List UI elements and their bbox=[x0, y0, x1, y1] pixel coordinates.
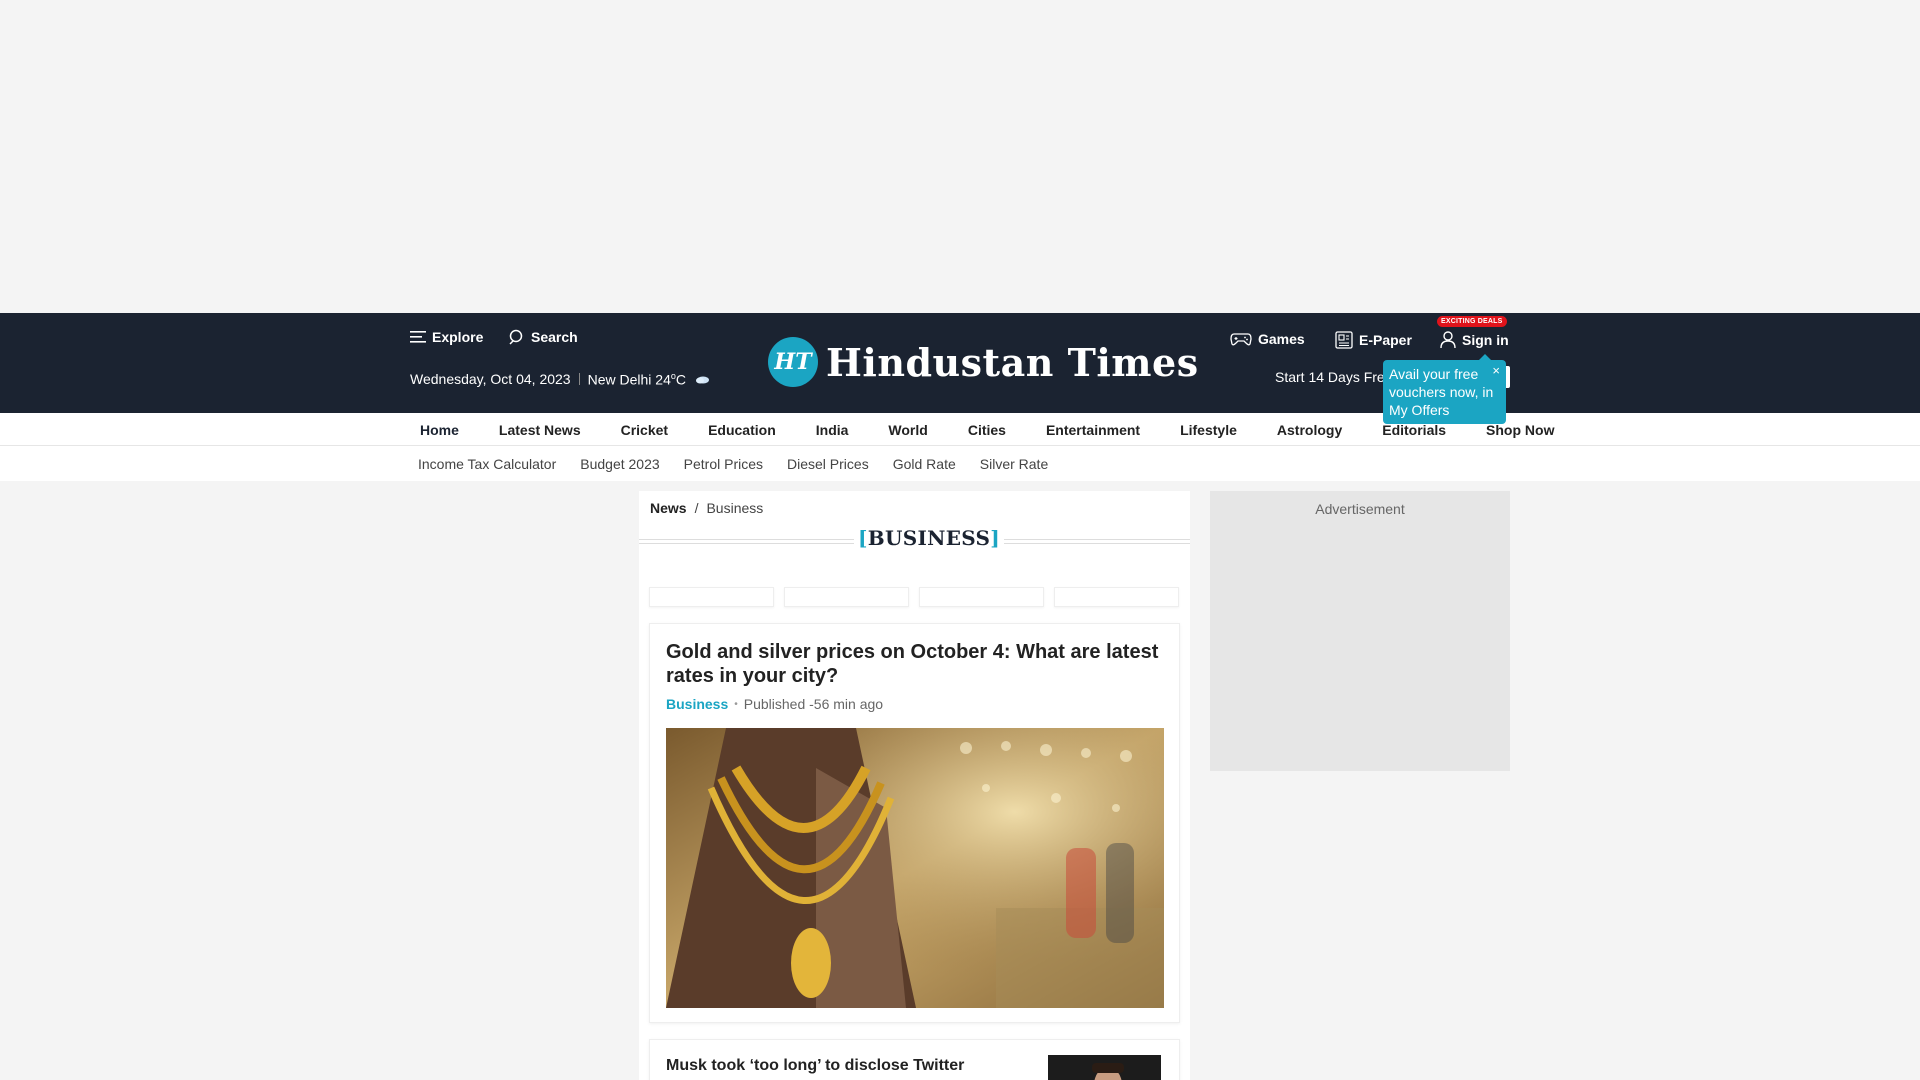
search-button[interactable]: Search bbox=[509, 329, 578, 345]
nav-item[interactable]: Latest News bbox=[499, 422, 581, 438]
breadcrumb: News / Business bbox=[650, 500, 763, 516]
top-ad-space bbox=[0, 0, 1920, 313]
newspaper-icon bbox=[1335, 331, 1353, 349]
epaper-label: E-Paper bbox=[1359, 332, 1412, 348]
site-logo[interactable]: HT Hindustan Times bbox=[768, 337, 1199, 387]
ht-logo-icon: HT bbox=[768, 337, 818, 387]
nav-item[interactable]: Astrology bbox=[1277, 422, 1342, 438]
cloud-icon bbox=[696, 376, 709, 384]
exciting-deals-badge: EXCITING DEALS bbox=[1437, 316, 1507, 327]
signin-button[interactable]: Sign in bbox=[1440, 331, 1509, 349]
story-meta: Business • Published -56 min ago bbox=[666, 696, 883, 712]
subsection-tab[interactable] bbox=[1054, 587, 1179, 607]
menu-icon bbox=[410, 331, 426, 343]
nav-item[interactable]: Cities bbox=[968, 422, 1006, 438]
breadcrumb-news[interactable]: News bbox=[650, 500, 687, 516]
story-thumbnail[interactable] bbox=[1048, 1055, 1161, 1080]
quick-link[interactable]: Budget 2023 bbox=[580, 456, 659, 472]
primary-nav: Home Latest News Cricket Education India Worl… bbox=[0, 413, 1920, 446]
epaper-button[interactable]: E-Paper bbox=[1335, 331, 1412, 349]
lead-story-image[interactable] bbox=[666, 728, 1164, 1008]
games-button[interactable]: Games bbox=[1230, 331, 1305, 347]
user-icon bbox=[1440, 331, 1456, 349]
quick-link[interactable]: Diesel Prices bbox=[787, 456, 869, 472]
nav-item[interactable]: Cricket bbox=[621, 422, 668, 438]
subsection-tabs bbox=[649, 587, 1179, 607]
lead-story-headline[interactable]: Gold and silver prices on October 4: Wha… bbox=[666, 640, 1166, 688]
subsection-tab[interactable] bbox=[784, 587, 909, 607]
nav-item[interactable]: Home bbox=[420, 422, 459, 438]
tooltip-text: Avail your free vouchers now, in My Offe… bbox=[1389, 366, 1494, 418]
signin-label: Sign in bbox=[1462, 332, 1509, 348]
breadcrumb-separator: / bbox=[694, 500, 699, 516]
story-headline[interactable]: Musk took ‘too long’ to disclose Twitter bbox=[666, 1056, 996, 1076]
nav-item[interactable]: World bbox=[888, 422, 927, 438]
secondary-nav: Income Tax Calculator Budget 2023 Petrol P… bbox=[0, 446, 1920, 481]
gamepad-icon bbox=[1230, 333, 1252, 346]
logo-wordmark: Hindustan Times bbox=[826, 339, 1199, 385]
nav-item[interactable]: Entertainment bbox=[1046, 422, 1140, 438]
search-icon bbox=[509, 329, 523, 345]
free-trial-text[interactable]: Start 14 Days Fre bbox=[1275, 369, 1385, 385]
quick-link[interactable]: Petrol Prices bbox=[684, 456, 763, 472]
story-card[interactable]: Musk took ‘too long’ to disclose Twitter bbox=[649, 1039, 1180, 1080]
quick-link[interactable]: Gold Rate bbox=[893, 456, 956, 472]
nav-item[interactable]: India bbox=[816, 422, 849, 438]
search-label: Search bbox=[531, 329, 578, 345]
games-label: Games bbox=[1258, 331, 1305, 347]
section-title: [BUSINESS] bbox=[854, 526, 1005, 550]
current-date: Wednesday, Oct 04, 2023 bbox=[410, 371, 571, 388]
published-time: Published -56 min ago bbox=[743, 696, 884, 712]
nav-item[interactable]: Lifestyle bbox=[1180, 422, 1237, 438]
explore-label: Explore bbox=[432, 329, 484, 345]
site-header: Explore Search Wednesday, Oct 04, 2023 N… bbox=[0, 313, 1920, 424]
story-category[interactable]: Business bbox=[666, 696, 728, 712]
sidebar-ad: Advertisement bbox=[1210, 491, 1510, 771]
meta-dot: • bbox=[734, 698, 738, 710]
divider bbox=[578, 373, 580, 386]
lead-story-card[interactable]: Gold and silver prices on October 4: Wha… bbox=[649, 623, 1180, 1023]
close-icon[interactable]: × bbox=[1492, 362, 1500, 380]
weather-text: New Delhi 24oC bbox=[587, 371, 686, 388]
offers-tooltip: Avail your free vouchers now, in My Offe… bbox=[1383, 354, 1506, 424]
quick-link[interactable]: Income Tax Calculator bbox=[418, 456, 556, 472]
main-column: News / Business [BUSINESS] Gold and silv… bbox=[639, 491, 1190, 1080]
gold-necklace-image bbox=[666, 728, 1164, 1008]
section-heading: [BUSINESS] bbox=[639, 526, 1190, 552]
portrait-thumbnail bbox=[1048, 1055, 1161, 1080]
subsection-tab[interactable] bbox=[649, 587, 774, 607]
subsection-tab[interactable] bbox=[919, 587, 1044, 607]
explore-button[interactable]: Explore bbox=[410, 329, 483, 345]
quick-link[interactable]: Silver Rate bbox=[980, 456, 1048, 472]
breadcrumb-business[interactable]: Business bbox=[706, 500, 763, 516]
advertisement-label: Advertisement bbox=[1315, 501, 1405, 517]
date-weather: Wednesday, Oct 04, 2023 New Delhi 24oC bbox=[410, 371, 710, 388]
nav-item[interactable]: Education bbox=[708, 422, 776, 438]
